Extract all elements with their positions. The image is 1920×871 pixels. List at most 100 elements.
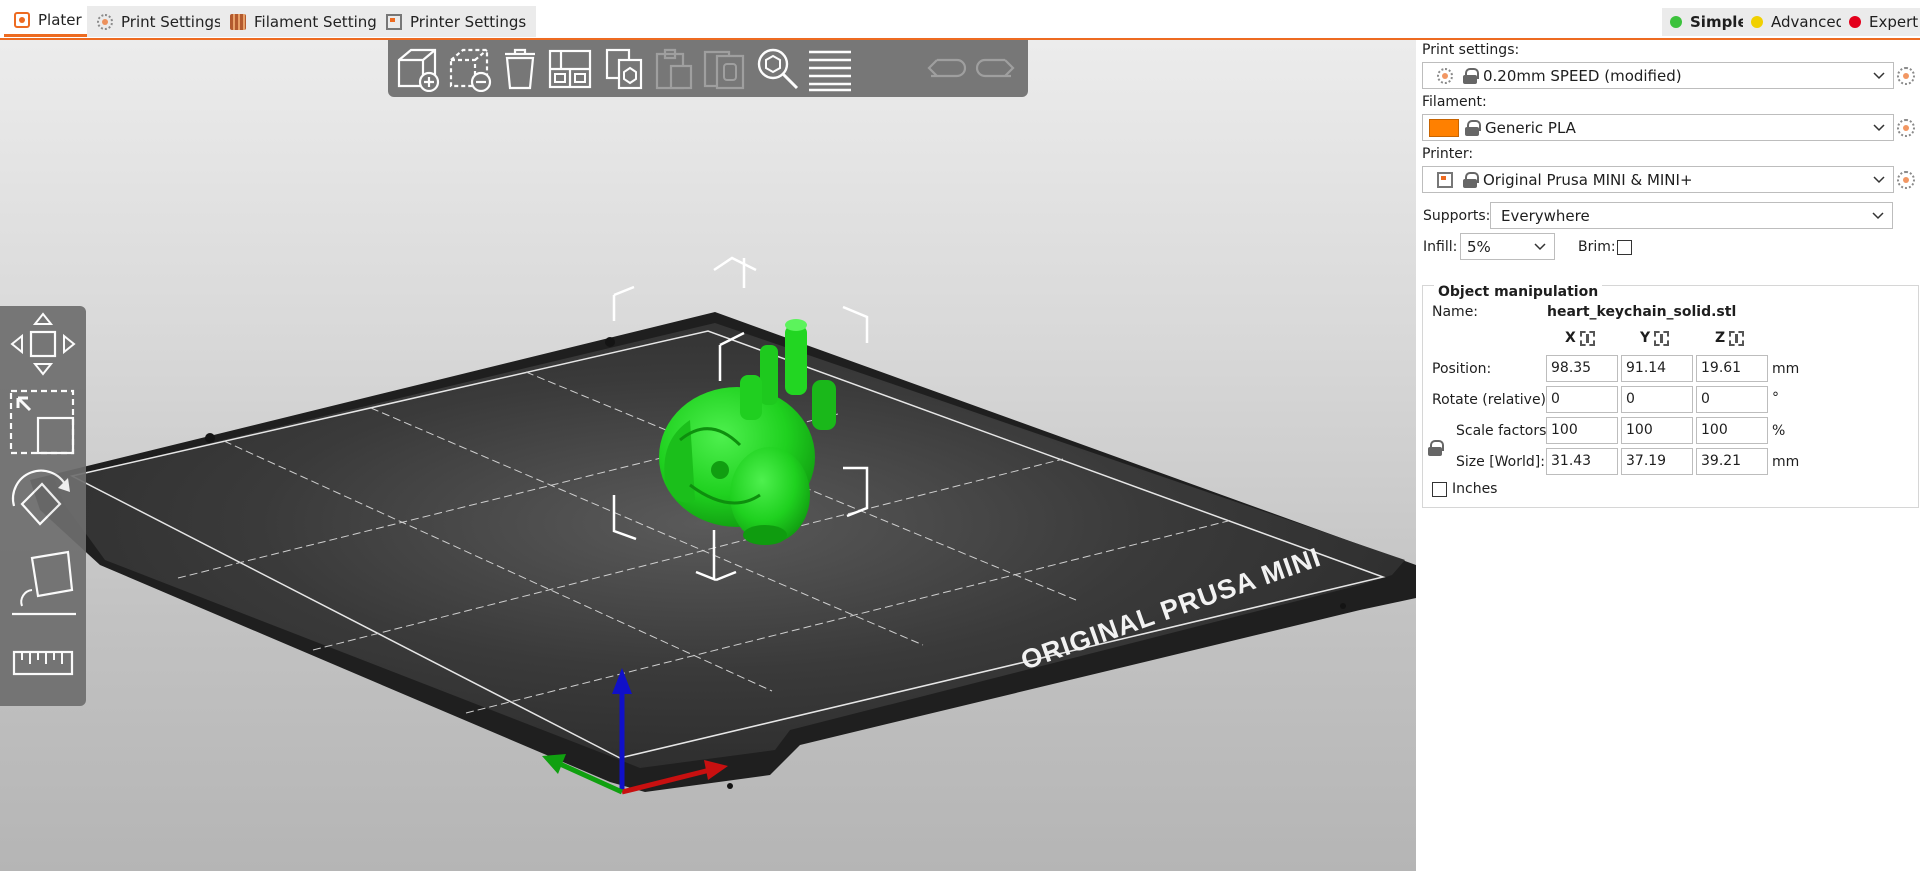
move-icon: [10, 312, 76, 376]
3d-scene[interactable]: ORIGINAL PRUSA MINI: [0, 40, 1416, 871]
arrange-icon: [548, 49, 592, 89]
mode-advanced[interactable]: Advanced: [1743, 8, 1854, 36]
position-z-input[interactable]: 19.61: [1696, 355, 1768, 382]
inches-checkbox[interactable]: [1432, 482, 1447, 497]
scale-tool-button[interactable]: [8, 386, 78, 460]
copy-button[interactable]: [600, 46, 648, 92]
place-on-face-button[interactable]: [8, 546, 78, 620]
print-settings-combo[interactable]: 0.20mm SPEED (modified): [1422, 62, 1894, 89]
print-settings-label: Print settings:: [1422, 42, 1520, 58]
filament-edit-icon[interactable]: [1897, 119, 1915, 137]
filament-combo[interactable]: Generic PLA: [1422, 114, 1894, 141]
redo-icon: [975, 58, 1015, 78]
add-object-button[interactable]: [394, 46, 442, 92]
ruler-icon: [12, 650, 74, 676]
object-manipulation-title: Object manipulation: [1434, 284, 1603, 300]
filament-color-swatch[interactable]: [1429, 118, 1459, 137]
undo-icon: [927, 58, 967, 78]
rotate-y-input[interactable]: 0: [1621, 386, 1693, 413]
advanced-dot-icon: [1751, 16, 1763, 28]
print-settings-edit-icon[interactable]: [1897, 67, 1915, 85]
rotate-tool-button[interactable]: [8, 464, 78, 538]
paste-button[interactable]: [650, 46, 698, 92]
left-toolbar: [0, 306, 86, 706]
position-x-input[interactable]: 98.35: [1546, 355, 1618, 382]
scale-z-input[interactable]: 100: [1696, 417, 1768, 444]
remove-cube-icon: [449, 48, 492, 92]
printer-icon: [1437, 171, 1453, 188]
axis-y-header: Y: [1640, 330, 1670, 346]
scene-canvas[interactable]: ORIGINAL PRUSA MINI: [0, 40, 1416, 871]
chevron-down-icon: [1873, 176, 1885, 184]
rotate-x-input[interactable]: 0: [1546, 386, 1618, 413]
move-tool-button[interactable]: [8, 306, 78, 380]
tab-printer-settings[interactable]: Printer Settings: [376, 6, 537, 37]
layers-icon: [809, 50, 851, 92]
drop-to-bed-icon[interactable]: [1579, 330, 1595, 346]
printer-edit-icon[interactable]: [1897, 171, 1915, 189]
axis-x-label: X: [1565, 330, 1576, 346]
size-z-input[interactable]: 39.21: [1696, 448, 1768, 475]
brim-checkbox[interactable]: [1617, 240, 1632, 255]
scale-unit: %: [1772, 423, 1786, 439]
position-y-input[interactable]: 91.14: [1621, 355, 1693, 382]
mode-label: Advanced: [1771, 13, 1846, 31]
scale-label: Scale factors:: [1456, 423, 1552, 439]
mode-expert[interactable]: Expert: [1841, 8, 1920, 36]
size-x-input[interactable]: 31.43: [1546, 448, 1618, 475]
paste-icon: [655, 48, 693, 90]
printer-label: Printer:: [1422, 146, 1474, 162]
tab-print-settings[interactable]: Print Settings: [87, 6, 232, 37]
cog-icon: [1437, 67, 1453, 84]
place-on-face-icon: [12, 550, 76, 616]
drop-to-bed-icon[interactable]: [1654, 330, 1670, 346]
delete-all-button[interactable]: [496, 46, 544, 92]
scale-x-input[interactable]: 100: [1546, 417, 1618, 444]
rotate-z-input[interactable]: 0: [1696, 386, 1768, 413]
lock-icon: [1463, 171, 1479, 188]
chevron-down-icon: [1873, 72, 1885, 80]
supports-value: Everywhere: [1501, 206, 1590, 225]
printer-icon: [386, 13, 402, 30]
delete-object-button[interactable]: [446, 46, 494, 92]
search-button[interactable]: [754, 46, 802, 92]
mode-label: Simple: [1690, 13, 1748, 31]
tab-bar: Plater Print Settings Filament Settings …: [0, 0, 1920, 40]
mode-simple[interactable]: Simple: [1662, 8, 1756, 36]
rotate-label: Rotate (relative):: [1432, 392, 1551, 408]
tab-filament-settings[interactable]: Filament Settings: [220, 6, 395, 37]
redo-button[interactable]: [972, 46, 1020, 92]
tab-plater[interactable]: Plater: [4, 6, 92, 37]
infill-combo[interactable]: 5%: [1460, 233, 1555, 260]
size-unit: mm: [1772, 454, 1800, 470]
layers-editing-button[interactable]: [806, 46, 854, 92]
instance-button[interactable]: [700, 46, 748, 92]
size-y-input[interactable]: 37.19: [1621, 448, 1693, 475]
expert-dot-icon: [1849, 16, 1861, 28]
print-settings-value: 0.20mm SPEED (modified): [1483, 66, 1682, 85]
infill-label: Infill:: [1423, 239, 1458, 255]
measure-tool-button[interactable]: [8, 626, 78, 700]
supports-combo[interactable]: Everywhere: [1490, 202, 1893, 229]
uniform-scale-lock-icon[interactable]: [1428, 440, 1444, 456]
undo-button[interactable]: [922, 46, 970, 92]
tab-label: Filament Settings: [254, 12, 385, 31]
arrange-button[interactable]: [546, 46, 594, 92]
inches-label: Inches: [1452, 481, 1498, 497]
scale-y-input[interactable]: 100: [1621, 417, 1693, 444]
name-label: Name:: [1432, 304, 1479, 320]
simple-dot-icon: [1670, 16, 1682, 28]
prusaslicer-window: Plater Print Settings Filament Settings …: [0, 0, 1920, 871]
tab-label: Plater: [38, 11, 82, 29]
object-name: heart_keychain_solid.stl: [1547, 304, 1737, 320]
chevron-down-icon: [1534, 243, 1546, 251]
axis-y-label: Y: [1640, 330, 1651, 346]
tab-label: Printer Settings: [410, 12, 527, 31]
add-cube-icon: [397, 48, 440, 92]
copy-icon: [605, 48, 643, 90]
axis-x-header: X: [1565, 330, 1595, 346]
tab-label: Print Settings: [121, 12, 222, 31]
chevron-down-icon: [1872, 212, 1884, 220]
printer-combo[interactable]: Original Prusa MINI & MINI+: [1422, 166, 1894, 193]
drop-to-bed-icon[interactable]: [1729, 330, 1745, 346]
